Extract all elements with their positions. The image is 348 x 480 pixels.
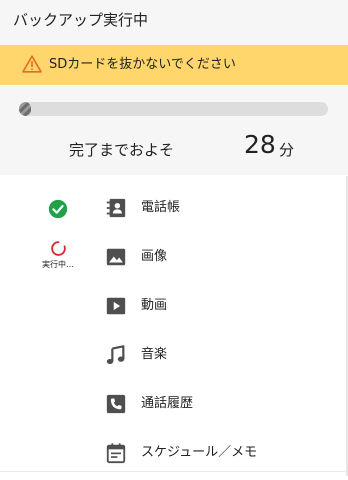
item-label-music: 音楽 xyxy=(141,347,168,362)
item-label-call-log: 通話履歴 xyxy=(141,396,194,411)
divider xyxy=(0,471,348,472)
list-item-images: 画像 xyxy=(0,232,348,281)
list-item-contacts: 電話帳 xyxy=(0,183,348,232)
list-item-call-log: 通話履歴 xyxy=(0,379,348,428)
page-title: バックアップ実行中 xyxy=(13,11,149,29)
eta-label: 完了までおよそ xyxy=(69,141,175,159)
call-log-icon xyxy=(106,394,126,414)
music-icon xyxy=(106,345,125,364)
item-label-schedule: スケジュール／メモ xyxy=(141,445,258,460)
item-label-images: 画像 xyxy=(141,249,168,264)
image-icon xyxy=(106,248,126,266)
progress-bar xyxy=(19,102,328,116)
contacts-icon xyxy=(106,198,126,218)
warning-icon xyxy=(22,55,42,73)
list-item-schedule: スケジュール／メモ xyxy=(0,428,348,477)
warning-banner: SDカードを抜かないでください xyxy=(0,45,348,85)
eta-unit: 分 xyxy=(279,141,295,159)
list-item-music: 音楽 xyxy=(0,330,348,379)
warning-text: SDカードを抜かないでください xyxy=(49,57,236,72)
backup-screen: バックアップ実行中 SDカードを抜かないでください 完了までおよそ 28 分 実… xyxy=(0,0,348,480)
calendar-icon xyxy=(106,443,126,464)
backup-item-list: 実行中… 電話帳 画像 動画 音楽 通話履歴 スケジュール／メモ xyxy=(0,175,348,480)
progress-section: 完了までおよそ 28 分 xyxy=(0,85,348,175)
item-label-contacts: 電話帳 xyxy=(141,200,181,215)
title-bar: バックアップ実行中 xyxy=(0,0,348,45)
list-item-video: 動画 xyxy=(0,281,348,330)
item-label-video: 動画 xyxy=(141,298,168,313)
video-icon xyxy=(106,297,126,315)
eta-value: 28 xyxy=(244,130,276,159)
progress-fill xyxy=(19,102,32,116)
